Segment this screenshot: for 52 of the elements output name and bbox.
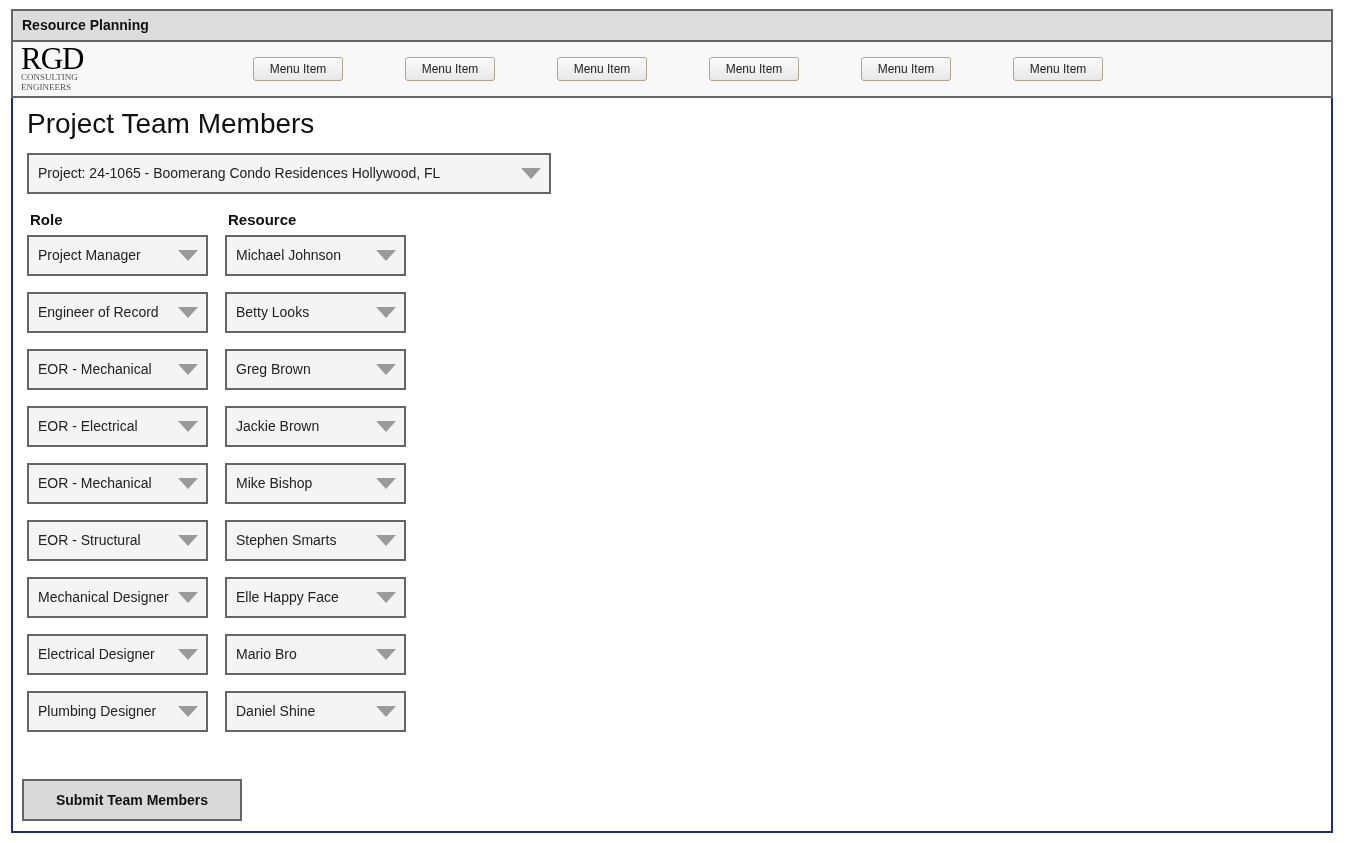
- caret-icon: [376, 649, 396, 660]
- page-title: Project Team Members: [27, 107, 316, 141]
- resource-dropdown[interactable]: Betty Looks: [225, 292, 406, 333]
- submit-button[interactable]: Submit Team Members: [22, 779, 242, 821]
- caret-icon: [178, 478, 198, 489]
- resource-dropdown[interactable]: Greg Brown: [225, 349, 406, 390]
- caret-icon: [521, 168, 541, 179]
- caret-icon: [376, 535, 396, 546]
- role-dropdown[interactable]: EOR - Mechanical: [27, 463, 208, 504]
- window-title: Resource Planning: [22, 16, 149, 35]
- caret-icon: [178, 364, 198, 375]
- caret-icon: [376, 421, 396, 432]
- role-dropdown[interactable]: Project Manager: [27, 235, 208, 276]
- caret-icon: [178, 307, 198, 318]
- role-dropdown[interactable]: EOR - Structural: [27, 520, 208, 561]
- caret-icon: [376, 307, 396, 318]
- role-dropdown[interactable]: EOR - Mechanical: [27, 349, 208, 390]
- caret-icon: [376, 364, 396, 375]
- logo-subtitle: ENGINEERS: [21, 82, 71, 92]
- resource-dropdown[interactable]: Mario Bro: [225, 634, 406, 675]
- resource-dropdown[interactable]: Mike Bishop: [225, 463, 406, 504]
- menu-button[interactable]: Menu Item: [253, 57, 343, 81]
- role-dropdown[interactable]: Plumbing Designer: [27, 691, 208, 732]
- caret-icon: [178, 706, 198, 717]
- role-dropdown[interactable]: Engineer of Record: [27, 292, 208, 333]
- menu-button[interactable]: Menu Item: [1013, 57, 1103, 81]
- caret-icon: [376, 478, 396, 489]
- resource-dropdown[interactable]: Elle Happy Face: [225, 577, 406, 618]
- menu-button[interactable]: Menu Item: [861, 57, 951, 81]
- resource-dropdown[interactable]: Daniel Shine: [225, 691, 406, 732]
- role-dropdown[interactable]: Electrical Designer: [27, 634, 208, 675]
- column-header: Resource: [227, 210, 298, 230]
- caret-icon: [178, 649, 198, 660]
- logo-mark: RGD: [21, 46, 84, 72]
- logo-subtitle: CONSULTING: [21, 72, 78, 82]
- caret-icon: [376, 706, 396, 717]
- caret-icon: [376, 250, 396, 261]
- caret-icon: [178, 592, 198, 603]
- role-dropdown[interactable]: Mechanical Designer: [27, 577, 208, 618]
- caret-icon: [178, 535, 198, 546]
- resource-dropdown[interactable]: Michael Johnson: [225, 235, 406, 276]
- menu-button[interactable]: Menu Item: [557, 57, 647, 81]
- caret-icon: [178, 421, 198, 432]
- role-dropdown[interactable]: EOR - Electrical: [27, 406, 208, 447]
- caret-icon: [376, 592, 396, 603]
- menu-button[interactable]: Menu Item: [709, 57, 799, 81]
- caret-icon: [178, 250, 198, 261]
- menu-button[interactable]: Menu Item: [405, 57, 495, 81]
- resource-dropdown[interactable]: Jackie Brown: [225, 406, 406, 447]
- project-dropdown[interactable]: Project: 24-1065 - Boomerang Condo Residences Hollywood, FL: [27, 153, 551, 194]
- column-header: Role: [29, 210, 64, 230]
- resource-dropdown[interactable]: Stephen Smarts: [225, 520, 406, 561]
